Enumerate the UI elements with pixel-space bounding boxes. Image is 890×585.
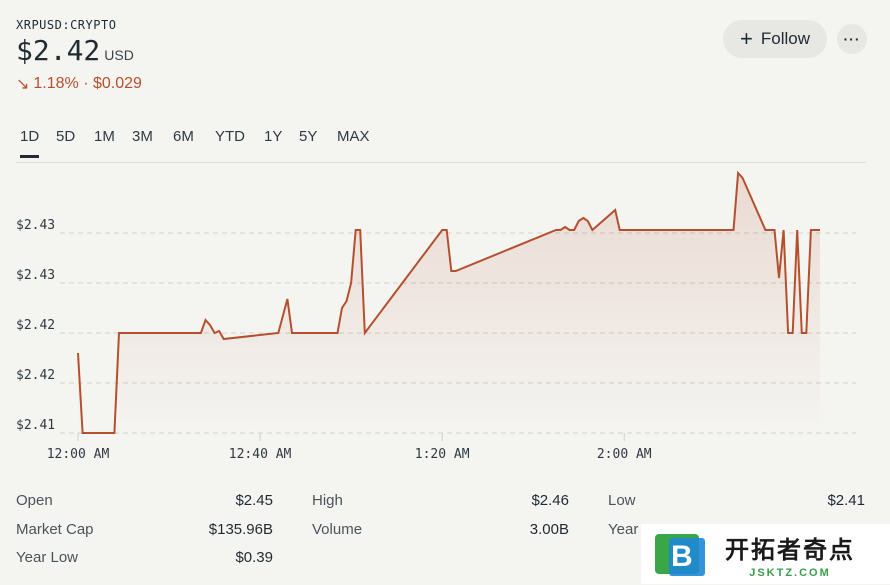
stat-value-open: $2.45 [235, 492, 273, 509]
y-tick-label: $2.42 [16, 318, 55, 333]
plus-icon: + [740, 26, 753, 51]
watermark-banner: B 开拓者奇点 JSKTZ.COM [641, 524, 890, 584]
stat-value-market-cap: $135.96B [208, 521, 273, 538]
stat-label-year-low: Year Low [16, 549, 78, 566]
price-change-text: 1.18% · $0.029 [33, 75, 142, 92]
stat-label-open: Open [16, 492, 53, 509]
watermark-title: 开拓者奇点 [725, 536, 855, 564]
site-logo: B [649, 528, 711, 580]
logo-letter: B [671, 540, 693, 573]
x-tick-label: 1:20 AM [415, 447, 470, 462]
tab-6m[interactable]: 6M [173, 128, 194, 155]
currency-label: USD [104, 47, 134, 63]
tab-5d[interactable]: 5D [56, 128, 75, 155]
y-tick-label: $2.42 [16, 368, 55, 383]
tab-1m[interactable]: 1M [94, 128, 115, 155]
y-tick-label: $2.41 [16, 418, 55, 433]
price-value: $2.42 [16, 34, 101, 67]
y-tick-label: $2.43 [16, 268, 55, 283]
y-tick-label: $2.43 [16, 218, 55, 233]
follow-button[interactable]: + Follow [723, 20, 827, 58]
watermark-url: JSKTZ.COM [749, 566, 831, 579]
follow-label: Follow [760, 29, 810, 48]
tab-3m[interactable]: 3M [132, 128, 153, 155]
tab-ytd[interactable]: YTD [215, 128, 245, 155]
x-tick-label: 12:00 AM [47, 447, 110, 462]
tab-max[interactable]: MAX [337, 128, 370, 155]
current-price: $2.42 USD [16, 34, 134, 67]
stat-value-year-low: $0.39 [235, 549, 273, 566]
price-change: ↘ 1.18% · $0.029 [16, 74, 142, 94]
more-options-button[interactable]: ··· [837, 24, 867, 54]
stat-label-market-cap: Market Cap [16, 521, 94, 538]
stat-label-year: Year [608, 521, 639, 538]
x-tick-label: 2:00 AM [597, 447, 652, 462]
stat-value-low: $2.41 [827, 492, 865, 509]
x-tick-label: 12:40 AM [229, 447, 292, 462]
stats-row: Open $2.45 High $2.46 Low $2.41 [16, 492, 866, 512]
stat-label-high: High [312, 492, 343, 509]
tab-1y[interactable]: 1Y [264, 128, 282, 155]
stat-value-volume: 3.00B [529, 521, 569, 538]
time-range-tabs: 1D 5D 1M 3M 6M YTD 1Y 5Y MAX [16, 128, 866, 163]
ticker-symbol: XRPUSD:CRYPTO [16, 18, 117, 32]
stat-label-low: Low [608, 492, 636, 509]
arrow-down-right-icon: ↘ [16, 76, 30, 93]
price-chart[interactable]: $2.43 $2.43 $2.42 $2.42 $2.41 12:00 AM 12:40 … [0, 165, 890, 475]
price-area-fill [78, 173, 820, 433]
tab-1d[interactable]: 1D [20, 128, 40, 158]
stat-value-high: $2.46 [531, 492, 569, 509]
stat-label-volume: Volume [312, 521, 363, 538]
tab-5y[interactable]: 5Y [299, 128, 317, 155]
